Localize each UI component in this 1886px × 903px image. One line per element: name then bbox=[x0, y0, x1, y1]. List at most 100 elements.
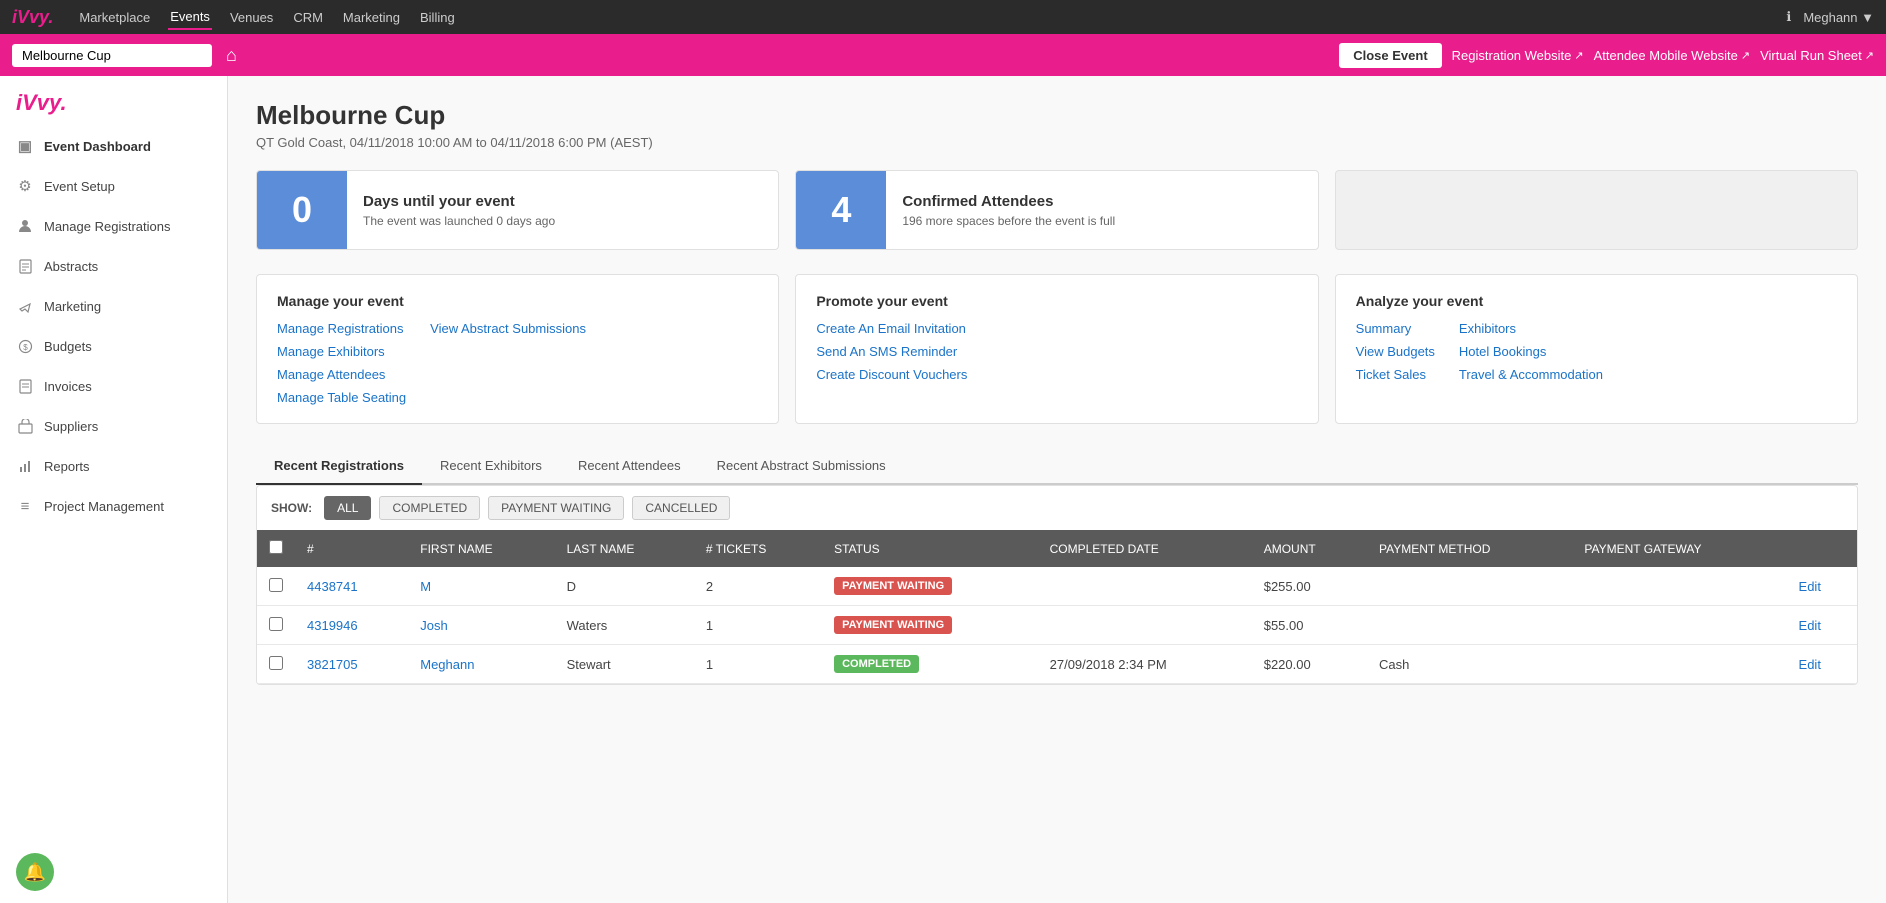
row-last-name: D bbox=[555, 567, 694, 606]
row-tickets: 1 bbox=[694, 606, 822, 645]
tab-recent-registrations[interactable]: Recent Registrations bbox=[256, 448, 422, 485]
row-payment-gateway bbox=[1572, 567, 1786, 606]
exhibitors-link[interactable]: Exhibitors bbox=[1459, 321, 1603, 336]
row-completed-date: 27/09/2018 2:34 PM bbox=[1038, 645, 1252, 684]
tab-recent-exhibitors[interactable]: Recent Exhibitors bbox=[422, 448, 560, 485]
stat-desc-attendees: 196 more spaces before the event is full bbox=[902, 214, 1115, 228]
analyze-links-col1: Summary View Budgets Ticket Sales bbox=[1356, 321, 1435, 382]
row-id-link[interactable]: 3821705 bbox=[307, 657, 358, 672]
sidebar-item-label: Manage Registrations bbox=[44, 219, 170, 234]
filter-cancelled[interactable]: CANCELLED bbox=[632, 496, 730, 520]
row-edit-link[interactable]: Edit bbox=[1799, 579, 1821, 594]
table-body: 4438741 M D 2 PAYMENT WAITING $255.00 Ed… bbox=[257, 567, 1857, 684]
top-nav-right: ℹ Meghann ▼ bbox=[1786, 9, 1874, 25]
row-id-link[interactable]: 4319946 bbox=[307, 618, 358, 633]
manage-registrations-link[interactable]: Manage Registrations bbox=[277, 321, 406, 336]
event-selector[interactable]: Melbourne Cup bbox=[12, 44, 212, 67]
row-edit-link[interactable]: Edit bbox=[1799, 618, 1821, 633]
row-last-name: Stewart bbox=[555, 645, 694, 684]
body-layout: iVvy. ▣ Event Dashboard ⚙ Event Setup Ma… bbox=[0, 76, 1886, 903]
marketing-icon bbox=[16, 297, 34, 315]
close-event-button[interactable]: Close Event bbox=[1339, 43, 1441, 68]
sidebar-item-marketing[interactable]: Marketing bbox=[0, 286, 227, 326]
row-edit-link[interactable]: Edit bbox=[1799, 657, 1821, 672]
row-checkbox[interactable] bbox=[269, 578, 283, 592]
discount-vouchers-link[interactable]: Create Discount Vouchers bbox=[816, 367, 1297, 382]
page-subtitle: QT Gold Coast, 04/11/2018 10:00 AM to 04… bbox=[256, 135, 1858, 150]
nav-marketplace[interactable]: Marketplace bbox=[77, 6, 152, 29]
sidebar-item-suppliers[interactable]: Suppliers bbox=[0, 406, 227, 446]
nav-billing[interactable]: Billing bbox=[418, 6, 457, 29]
manage-exhibitors-link[interactable]: Manage Exhibitors bbox=[277, 344, 406, 359]
row-firstname-link[interactable]: Josh bbox=[420, 618, 447, 633]
sidebar-bottom: 🔔 bbox=[0, 841, 227, 903]
sidebar-item-budgets[interactable]: $ Budgets bbox=[0, 326, 227, 366]
nav-marketing[interactable]: Marketing bbox=[341, 6, 402, 29]
ticket-sales-link[interactable]: Ticket Sales bbox=[1356, 367, 1435, 382]
filter-payment-waiting[interactable]: PAYMENT WAITING bbox=[488, 496, 624, 520]
attendee-mobile-website-link[interactable]: Attendee Mobile Website ↗ bbox=[1594, 48, 1751, 63]
stat-card-empty bbox=[1335, 170, 1858, 250]
row-status: COMPLETED bbox=[822, 645, 1038, 684]
info-icon[interactable]: ℹ bbox=[1786, 9, 1791, 25]
sidebar-item-manage-registrations[interactable]: Manage Registrations bbox=[0, 206, 227, 246]
stat-info-days: Days until your event The event was laun… bbox=[347, 181, 571, 240]
nav-venues[interactable]: Venues bbox=[228, 6, 275, 29]
filter-all[interactable]: ALL bbox=[324, 496, 371, 520]
stat-card-attendees: 4 Confirmed Attendees 196 more spaces be… bbox=[795, 170, 1318, 250]
promote-card-title: Promote your event bbox=[816, 293, 1297, 309]
row-firstname-link[interactable]: M bbox=[420, 579, 431, 594]
sidebar-item-event-setup[interactable]: ⚙ Event Setup bbox=[0, 166, 227, 206]
sidebar-item-invoices[interactable]: Invoices bbox=[0, 366, 227, 406]
promote-card: Promote your event Create An Email Invit… bbox=[795, 274, 1318, 424]
travel-accommodation-link[interactable]: Travel & Accommodation bbox=[1459, 367, 1603, 382]
row-checkbox[interactable] bbox=[269, 617, 283, 631]
stat-desc-days: The event was launched 0 days ago bbox=[363, 214, 555, 228]
select-all-checkbox[interactable] bbox=[269, 540, 283, 554]
email-invitation-link[interactable]: Create An Email Invitation bbox=[816, 321, 1297, 336]
tab-recent-abstract-submissions[interactable]: Recent Abstract Submissions bbox=[699, 448, 904, 485]
analyze-links-col2: Exhibitors Hotel Bookings Travel & Accom… bbox=[1459, 321, 1603, 382]
sidebar-item-label: Abstracts bbox=[44, 259, 98, 274]
sidebar-item-event-dashboard[interactable]: ▣ Event Dashboard bbox=[0, 126, 227, 166]
stat-label-attendees: Confirmed Attendees bbox=[902, 193, 1115, 210]
stat-info-attendees: Confirmed Attendees 196 more spaces befo… bbox=[886, 181, 1131, 240]
hotel-bookings-link[interactable]: Hotel Bookings bbox=[1459, 344, 1603, 359]
summary-link[interactable]: Summary bbox=[1356, 321, 1435, 336]
home-button[interactable]: ⌂ bbox=[222, 41, 241, 70]
row-completed-date bbox=[1038, 567, 1252, 606]
sidebar-item-project-management[interactable]: ≡ Project Management bbox=[0, 486, 227, 526]
project-management-icon: ≡ bbox=[16, 497, 34, 515]
row-checkbox[interactable] bbox=[269, 656, 283, 670]
row-status: PAYMENT WAITING bbox=[822, 567, 1038, 606]
row-id-link[interactable]: 4438741 bbox=[307, 579, 358, 594]
sidebar-item-reports[interactable]: Reports bbox=[0, 446, 227, 486]
table-wrapper: SHOW: ALL COMPLETED PAYMENT WAITING CANC… bbox=[256, 485, 1858, 685]
registration-website-link[interactable]: Registration Website ↗ bbox=[1452, 48, 1584, 63]
row-firstname-link[interactable]: Meghann bbox=[420, 657, 474, 672]
table-row: 4438741 M D 2 PAYMENT WAITING $255.00 Ed… bbox=[257, 567, 1857, 606]
sms-reminder-link[interactable]: Send An SMS Reminder bbox=[816, 344, 1297, 359]
tab-recent-attendees[interactable]: Recent Attendees bbox=[560, 448, 699, 485]
external-link-icon-2: ↗ bbox=[1741, 49, 1750, 62]
sidebar-item-label: Marketing bbox=[44, 299, 101, 314]
row-last-name: Waters bbox=[555, 606, 694, 645]
row-action: Edit bbox=[1787, 645, 1857, 684]
virtual-run-sheet-link[interactable]: Virtual Run Sheet ↗ bbox=[1760, 48, 1874, 63]
row-payment-gateway bbox=[1572, 606, 1786, 645]
filter-completed[interactable]: COMPLETED bbox=[379, 496, 480, 520]
user-menu[interactable]: Meghann ▼ bbox=[1803, 10, 1874, 25]
notifications-button[interactable]: 🔔 bbox=[16, 853, 54, 891]
table-header: # FIRST NAME LAST NAME # TICKETS STATUS … bbox=[257, 530, 1857, 567]
nav-events[interactable]: Events bbox=[168, 5, 212, 30]
col-tickets: # TICKETS bbox=[694, 530, 822, 567]
tabs-header: Recent Registrations Recent Exhibitors R… bbox=[256, 448, 1858, 485]
row-id: 3821705 bbox=[295, 645, 408, 684]
row-completed-date bbox=[1038, 606, 1252, 645]
view-abstract-submissions-link[interactable]: View Abstract Submissions bbox=[430, 321, 586, 336]
nav-crm[interactable]: CRM bbox=[291, 6, 325, 29]
sidebar-item-abstracts[interactable]: Abstracts bbox=[0, 246, 227, 286]
view-budgets-link[interactable]: View Budgets bbox=[1356, 344, 1435, 359]
manage-attendees-link[interactable]: Manage Attendees bbox=[277, 367, 406, 382]
manage-table-seating-link[interactable]: Manage Table Seating bbox=[277, 390, 406, 405]
